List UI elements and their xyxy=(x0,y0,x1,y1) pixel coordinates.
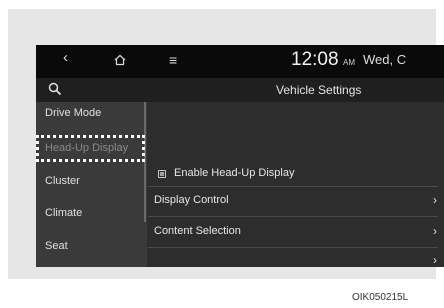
back-chevron-icon[interactable]: ‹ xyxy=(63,49,68,66)
chevron-right-icon[interactable]: › xyxy=(433,253,437,267)
chevron-right-icon[interactable]: › xyxy=(433,224,437,238)
content-selection-item[interactable]: Content Selection xyxy=(154,225,241,237)
figure-code: OIK050215L xyxy=(352,292,409,303)
sidebar-scrollbar[interactable] xyxy=(144,102,146,222)
menu-icon[interactable]: ≡ xyxy=(169,52,177,68)
clock-ampm: AM xyxy=(343,58,355,67)
infotainment-screen: ‹ ≡ 12:08 AM Wed, C Vehicle Settings Dri… xyxy=(36,45,444,267)
display-control-item[interactable]: Display Control xyxy=(154,194,229,206)
row-divider xyxy=(148,186,438,187)
date-text: Wed, C xyxy=(363,52,407,67)
sidebar-item-cluster[interactable]: Cluster xyxy=(45,175,80,187)
search-icon[interactable] xyxy=(48,82,62,96)
sidebar-item-climate[interactable]: Climate xyxy=(45,207,82,219)
row-divider xyxy=(148,247,438,248)
status-bar: ‹ ≡ 12:08 AM Wed, C xyxy=(36,45,444,78)
home-icon[interactable] xyxy=(114,54,126,66)
enable-hud-checkbox[interactable] xyxy=(158,170,166,178)
page-title: Vehicle Settings xyxy=(276,83,362,97)
sidebar-item-seat[interactable]: Seat xyxy=(45,240,68,252)
row-divider xyxy=(148,216,438,217)
enable-hud-label[interactable]: Enable Head-Up Display xyxy=(174,167,294,179)
settings-header: Vehicle Settings xyxy=(36,78,444,102)
settings-sidebar: Drive Mode Head-Up Display Cluster Clima… xyxy=(36,102,147,267)
chevron-right-icon[interactable]: › xyxy=(433,193,437,207)
selection-highlight xyxy=(36,135,145,162)
sidebar-item-drive-mode[interactable]: Drive Mode xyxy=(45,107,101,119)
clock-time: 12:08 xyxy=(291,49,339,70)
